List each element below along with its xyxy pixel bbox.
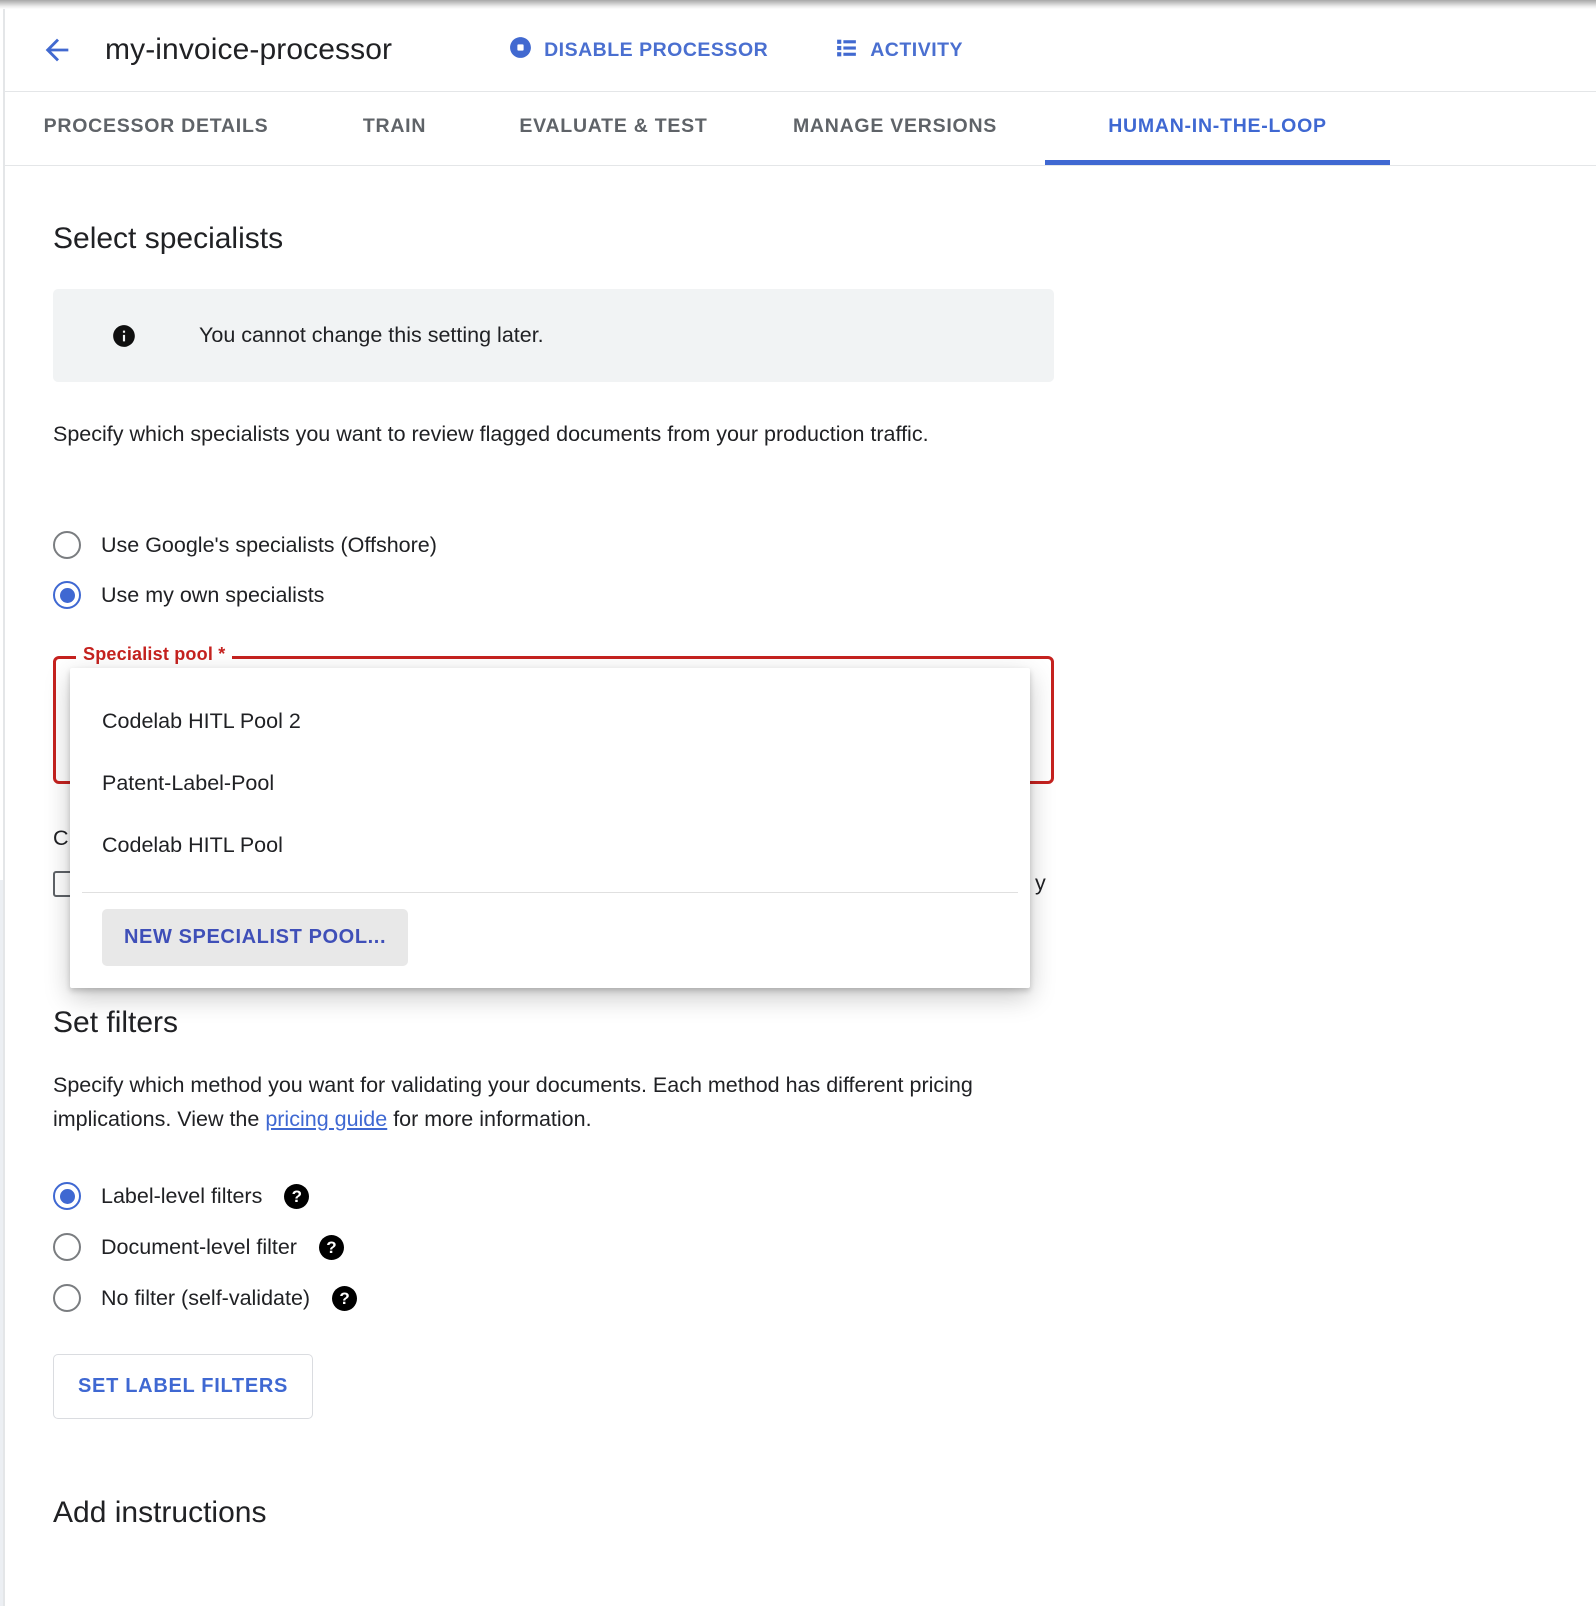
info-icon bbox=[111, 323, 137, 349]
radio-label: Use Google's specialists (Offshore) bbox=[101, 532, 437, 557]
stop-circle-icon bbox=[508, 35, 533, 66]
top-shadow-strip bbox=[0, 0, 1596, 9]
tab-label: TRAIN bbox=[362, 114, 427, 137]
active-tab-underline bbox=[1045, 160, 1390, 165]
radio-label: Label-level filters bbox=[101, 1183, 263, 1208]
dropdown-option-label: Codelab HITL Pool bbox=[102, 832, 283, 857]
radio-use-my-own-specialists[interactable]: Use my own specialists bbox=[53, 581, 324, 609]
radio-document-level-filter[interactable]: Document-level filter ? bbox=[53, 1233, 344, 1261]
set-label-filters-button[interactable]: SET LABEL FILTERS bbox=[53, 1354, 314, 1419]
help-icon[interactable]: ? bbox=[284, 1183, 310, 1209]
select-specialists-heading: Select specialists bbox=[53, 222, 284, 255]
specialist-pool-dropdown[interactable]: Codelab HITL Pool 2 Patent-Label-Pool Co… bbox=[70, 668, 1030, 988]
back-button[interactable] bbox=[35, 28, 79, 72]
add-instructions-heading: Add instructions bbox=[53, 1496, 267, 1529]
arrow-back-icon bbox=[40, 33, 74, 67]
tab-human-in-the-loop[interactable]: HUMAN-IN-THE-LOOP bbox=[1045, 93, 1390, 165]
tab-evaluate-and-test[interactable]: EVALUATE & TEST bbox=[482, 93, 745, 165]
obscured-label-right: y bbox=[1035, 871, 1046, 895]
radio-label: Use my own specialists bbox=[101, 582, 325, 607]
dropdown-option[interactable]: Codelab HITL Pool bbox=[70, 814, 1030, 876]
radio-label-level-filters[interactable]: Label-level filters ? bbox=[53, 1182, 310, 1210]
radio-use-google-specialists[interactable]: Use Google's specialists (Offshore) bbox=[53, 531, 437, 559]
radio-button[interactable] bbox=[53, 1182, 81, 1210]
page-left-border bbox=[3, 8, 5, 1606]
tab-label: MANAGE VERSIONS bbox=[792, 114, 998, 137]
radio-label: Document-level filter bbox=[101, 1234, 297, 1259]
tab-train[interactable]: TRAIN bbox=[307, 93, 482, 165]
tab-bar: PROCESSOR DETAILS TRAIN EVALUATE & TEST … bbox=[5, 93, 1596, 166]
activity-button[interactable]: ACTIVITY bbox=[834, 35, 963, 66]
info-banner-text: You cannot change this setting later. bbox=[199, 323, 544, 347]
set-filters-description-part2: for more information. bbox=[387, 1106, 592, 1131]
pricing-guide-link[interactable]: pricing guide bbox=[265, 1107, 387, 1131]
disable-processor-button[interactable]: DISABLE PROCESSOR bbox=[508, 35, 768, 66]
select-specialists-description: Specify which specialists you want to re… bbox=[53, 422, 929, 446]
specialist-pool-label: Specialist pool * bbox=[76, 644, 233, 665]
tab-label: PROCESSOR DETAILS bbox=[43, 114, 269, 137]
info-banner: You cannot change this setting later. bbox=[53, 289, 1054, 382]
help-icon[interactable]: ? bbox=[332, 1285, 358, 1311]
tab-label: HUMAN-IN-THE-LOOP bbox=[1108, 114, 1327, 137]
radio-label: No filter (self-validate) bbox=[101, 1285, 311, 1310]
page-title: my-invoice-processor bbox=[105, 33, 393, 66]
activity-label: ACTIVITY bbox=[870, 38, 964, 61]
obscured-label-left: C bbox=[53, 826, 69, 850]
dropdown-option[interactable]: Patent-Label-Pool bbox=[70, 752, 1030, 814]
radio-button[interactable] bbox=[53, 1284, 81, 1312]
app-header: my-invoice-processor DISABLE PROCESSOR A… bbox=[5, 9, 1596, 92]
dropdown-option-label: Patent-Label-Pool bbox=[102, 770, 275, 795]
tab-manage-versions[interactable]: MANAGE VERSIONS bbox=[745, 93, 1045, 165]
tab-processor-details[interactable]: PROCESSOR DETAILS bbox=[5, 93, 307, 165]
radio-button[interactable] bbox=[53, 581, 81, 609]
help-icon[interactable]: ? bbox=[318, 1234, 344, 1260]
new-specialist-pool-button[interactable]: NEW SPECIALIST POOL... bbox=[102, 909, 409, 966]
dropdown-option[interactable]: Codelab HITL Pool 2 bbox=[70, 690, 1030, 752]
radio-button[interactable] bbox=[53, 1233, 81, 1261]
list-view-icon bbox=[834, 35, 859, 66]
radio-button[interactable] bbox=[53, 531, 81, 559]
set-filters-heading: Set filters bbox=[53, 1006, 179, 1039]
page-root: my-invoice-processor DISABLE PROCESSOR A… bbox=[0, 0, 1596, 1606]
dropdown-option-label: Codelab HITL Pool 2 bbox=[102, 708, 301, 733]
radio-no-filter-self-validate[interactable]: No filter (self-validate) ? bbox=[53, 1284, 358, 1312]
tab-label: EVALUATE & TEST bbox=[519, 114, 708, 137]
set-filters-description: Specify which method you want for valida… bbox=[53, 1069, 983, 1137]
disable-processor-label: DISABLE PROCESSOR bbox=[544, 38, 769, 61]
